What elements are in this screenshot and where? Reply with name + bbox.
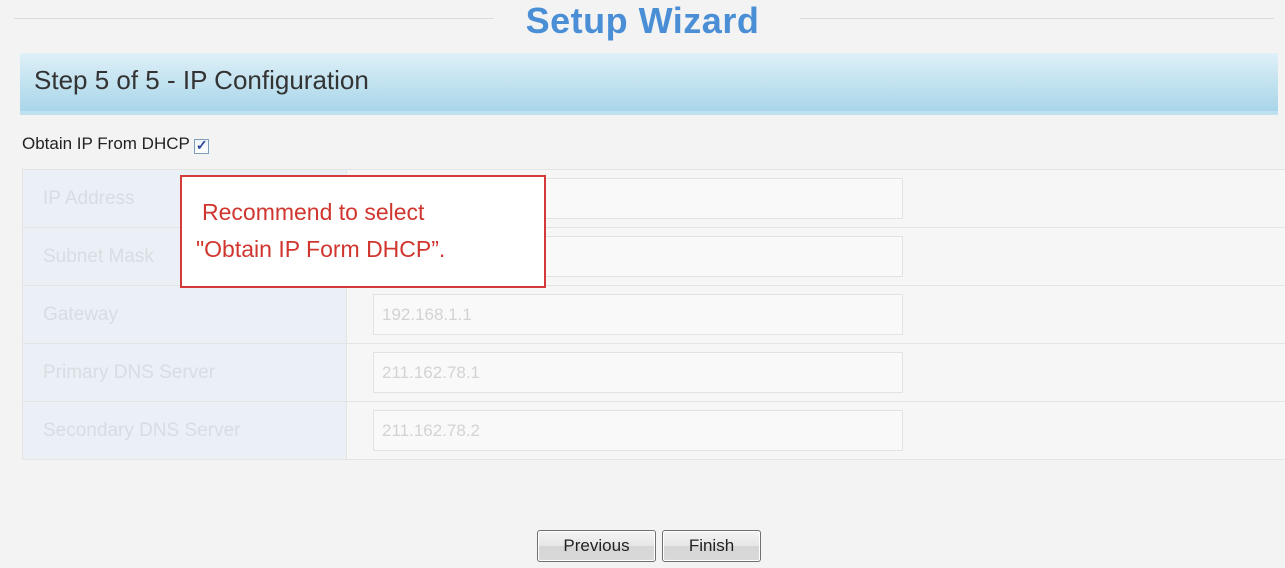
setup-wizard-page: Setup Wizard Step 5 of 5 - IP Configurat… bbox=[0, 0, 1285, 568]
table-row: Secondary DNS Server bbox=[22, 401, 1285, 460]
secondary-dns-input[interactable] bbox=[373, 410, 903, 451]
dhcp-label: Obtain IP From DHCP bbox=[22, 133, 190, 153]
table-row: Primary DNS Server bbox=[22, 343, 1285, 402]
secondary-dns-cell bbox=[346, 401, 1285, 460]
callout-line-2: "Obtain IP Form DHCP”. bbox=[196, 236, 446, 262]
callout-line-1: Recommend to select bbox=[202, 199, 425, 225]
secondary-dns-label: Secondary DNS Server bbox=[22, 401, 347, 460]
primary-dns-input[interactable] bbox=[373, 352, 903, 393]
wizard-title: Setup Wizard bbox=[525, 0, 760, 41]
gateway-cell bbox=[346, 285, 1285, 344]
wizard-button-row: Previous Finish bbox=[537, 530, 761, 562]
finish-button[interactable]: Finish bbox=[662, 530, 761, 562]
dhcp-recommendation-callout: Recommend to select "Obtain IP Form DHCP… bbox=[180, 175, 546, 288]
primary-dns-label: Primary DNS Server bbox=[22, 343, 347, 402]
gateway-label: Gateway bbox=[22, 285, 347, 344]
checkmark-icon: ✓ bbox=[195, 137, 208, 153]
step-header: Step 5 of 5 - IP Configuration bbox=[20, 53, 1278, 115]
previous-button[interactable]: Previous bbox=[537, 530, 656, 562]
step-title: Step 5 of 5 - IP Configuration bbox=[34, 65, 369, 95]
dhcp-checkbox[interactable]: ✓ bbox=[193, 137, 209, 154]
table-row: Gateway bbox=[22, 285, 1285, 344]
primary-dns-cell bbox=[346, 343, 1285, 402]
dhcp-row: Obtain IP From DHCP ✓ bbox=[22, 133, 209, 154]
gateway-input[interactable] bbox=[373, 294, 903, 335]
